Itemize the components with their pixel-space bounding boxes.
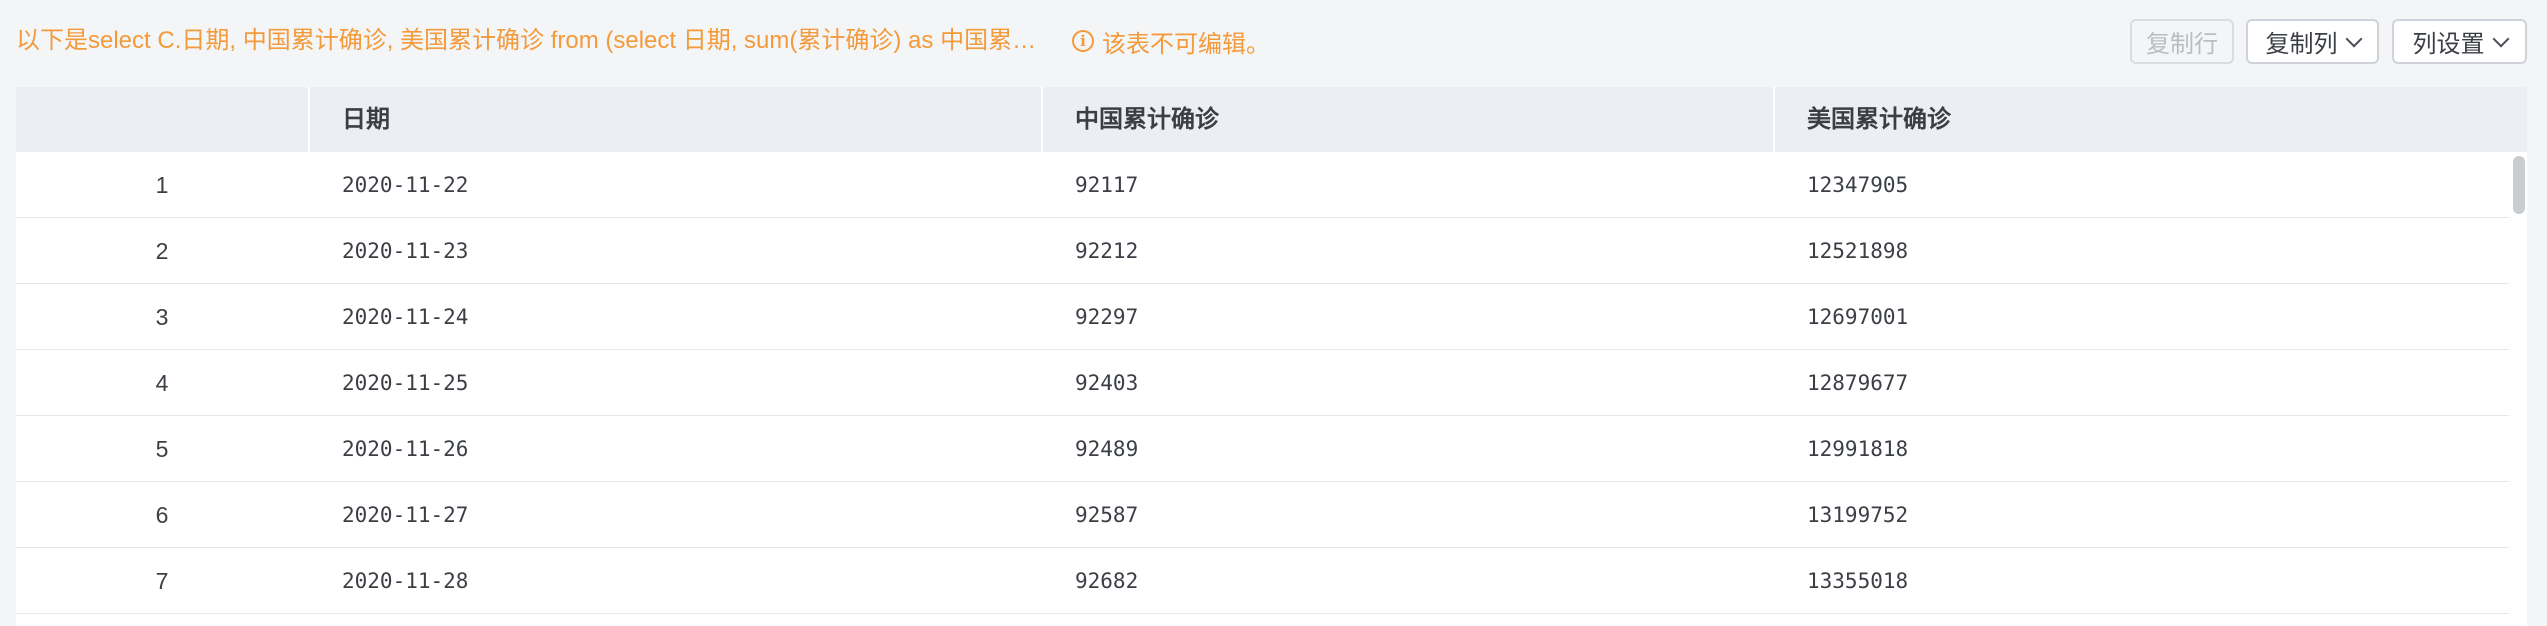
vertical-scrollbar[interactable] (2510, 152, 2527, 626)
header-china-cumulative[interactable]: 中国累计确诊 (1041, 87, 1773, 152)
table-row[interactable]: 3 2020-11-24 92297 12697001 (16, 284, 2509, 350)
sql-message: 以下是select C.日期, 中国累计确诊, 美国累计确诊 from (sel… (16, 27, 1046, 54)
cell-china-cumulative[interactable]: 92682 (1075, 548, 1138, 614)
cell-date[interactable]: 2020-11-22 (342, 152, 468, 218)
cell-china-cumulative[interactable]: 92587 (1075, 482, 1138, 548)
cell-date[interactable]: 2020-11-28 (342, 548, 468, 614)
cell-usa-cumulative[interactable]: 12521898 (1807, 218, 1908, 284)
header-index (16, 87, 308, 152)
table-body: 1 2020-11-22 92117 12347905 2 2020-11-23… (16, 152, 2509, 614)
row-index: 1 (155, 172, 169, 198)
cell-usa-cumulative[interactable]: 12347905 (1807, 152, 1908, 218)
cell-usa-cumulative[interactable]: 12697001 (1807, 284, 1908, 350)
cell-china-cumulative[interactable]: 92489 (1075, 416, 1138, 482)
readonly-note-text: 该表不可编辑。 (1102, 30, 1270, 58)
cell-china-cumulative[interactable]: 92403 (1075, 350, 1138, 416)
copy-column-label: 复制列 (2265, 31, 2338, 58)
table-row[interactable]: 6 2020-11-27 92587 13199752 (16, 482, 2509, 548)
cell-usa-cumulative[interactable]: 13199752 (1807, 482, 1908, 548)
result-table: 日期 中国累计确诊 美国累计确诊 1 2020-11-22 92117 1234… (16, 87, 2527, 626)
row-index: 4 (155, 370, 169, 396)
row-index: 5 (155, 436, 169, 462)
chevron-down-icon (2492, 30, 2509, 47)
chevron-down-icon (2345, 30, 2362, 47)
copy-column-dropdown[interactable]: 复制列 (2246, 19, 2379, 64)
row-index: 2 (155, 238, 169, 264)
cell-china-cumulative[interactable]: 92297 (1075, 284, 1138, 350)
row-index: 3 (155, 304, 169, 330)
cell-date[interactable]: 2020-11-27 (342, 482, 468, 548)
copy-row-label: 复制行 (2146, 31, 2218, 58)
table-header: 日期 中国累计确诊 美国累计确诊 (16, 87, 2527, 152)
copy-row-button[interactable]: 复制行 (2130, 19, 2234, 64)
header-date[interactable]: 日期 (308, 87, 1041, 152)
cell-date[interactable]: 2020-11-25 (342, 350, 468, 416)
column-settings-dropdown[interactable]: 列设置 (2392, 19, 2527, 64)
cell-date[interactable]: 2020-11-26 (342, 416, 468, 482)
cell-date[interactable]: 2020-11-24 (342, 284, 468, 350)
table-row[interactable]: 2 2020-11-23 92212 12521898 (16, 218, 2509, 284)
readonly-note: i 该表不可编辑。 (1072, 24, 1270, 58)
column-settings-label: 列设置 (2412, 31, 2485, 58)
cell-china-cumulative[interactable]: 92117 (1075, 152, 1138, 218)
cell-date[interactable]: 2020-11-23 (342, 218, 468, 284)
cell-usa-cumulative[interactable]: 13355018 (1807, 548, 1908, 614)
header-usa-cumulative[interactable]: 美国累计确诊 (1773, 87, 2527, 152)
cell-china-cumulative[interactable]: 92212 (1075, 218, 1138, 284)
row-index: 6 (155, 502, 169, 528)
scrollbar-thumb[interactable] (2513, 156, 2525, 214)
result-toolbar: 以下是select C.日期, 中国累计确诊, 美国累计确诊 from (sel… (0, 0, 2547, 82)
query-result-panel: 以下是select C.日期, 中国累计确诊, 美国累计确诊 from (sel… (0, 0, 2547, 626)
cell-usa-cumulative[interactable]: 12991818 (1807, 416, 1908, 482)
cell-usa-cumulative[interactable]: 12879677 (1807, 350, 1908, 416)
table-row[interactable]: 1 2020-11-22 92117 12347905 (16, 152, 2509, 218)
info-icon: i (1072, 30, 1094, 52)
row-index: 7 (155, 568, 169, 594)
table-row[interactable]: 5 2020-11-26 92489 12991818 (16, 416, 2509, 482)
table-row[interactable]: 4 2020-11-25 92403 12879677 (16, 350, 2509, 416)
table-row[interactable]: 7 2020-11-28 92682 13355018 (16, 548, 2509, 614)
